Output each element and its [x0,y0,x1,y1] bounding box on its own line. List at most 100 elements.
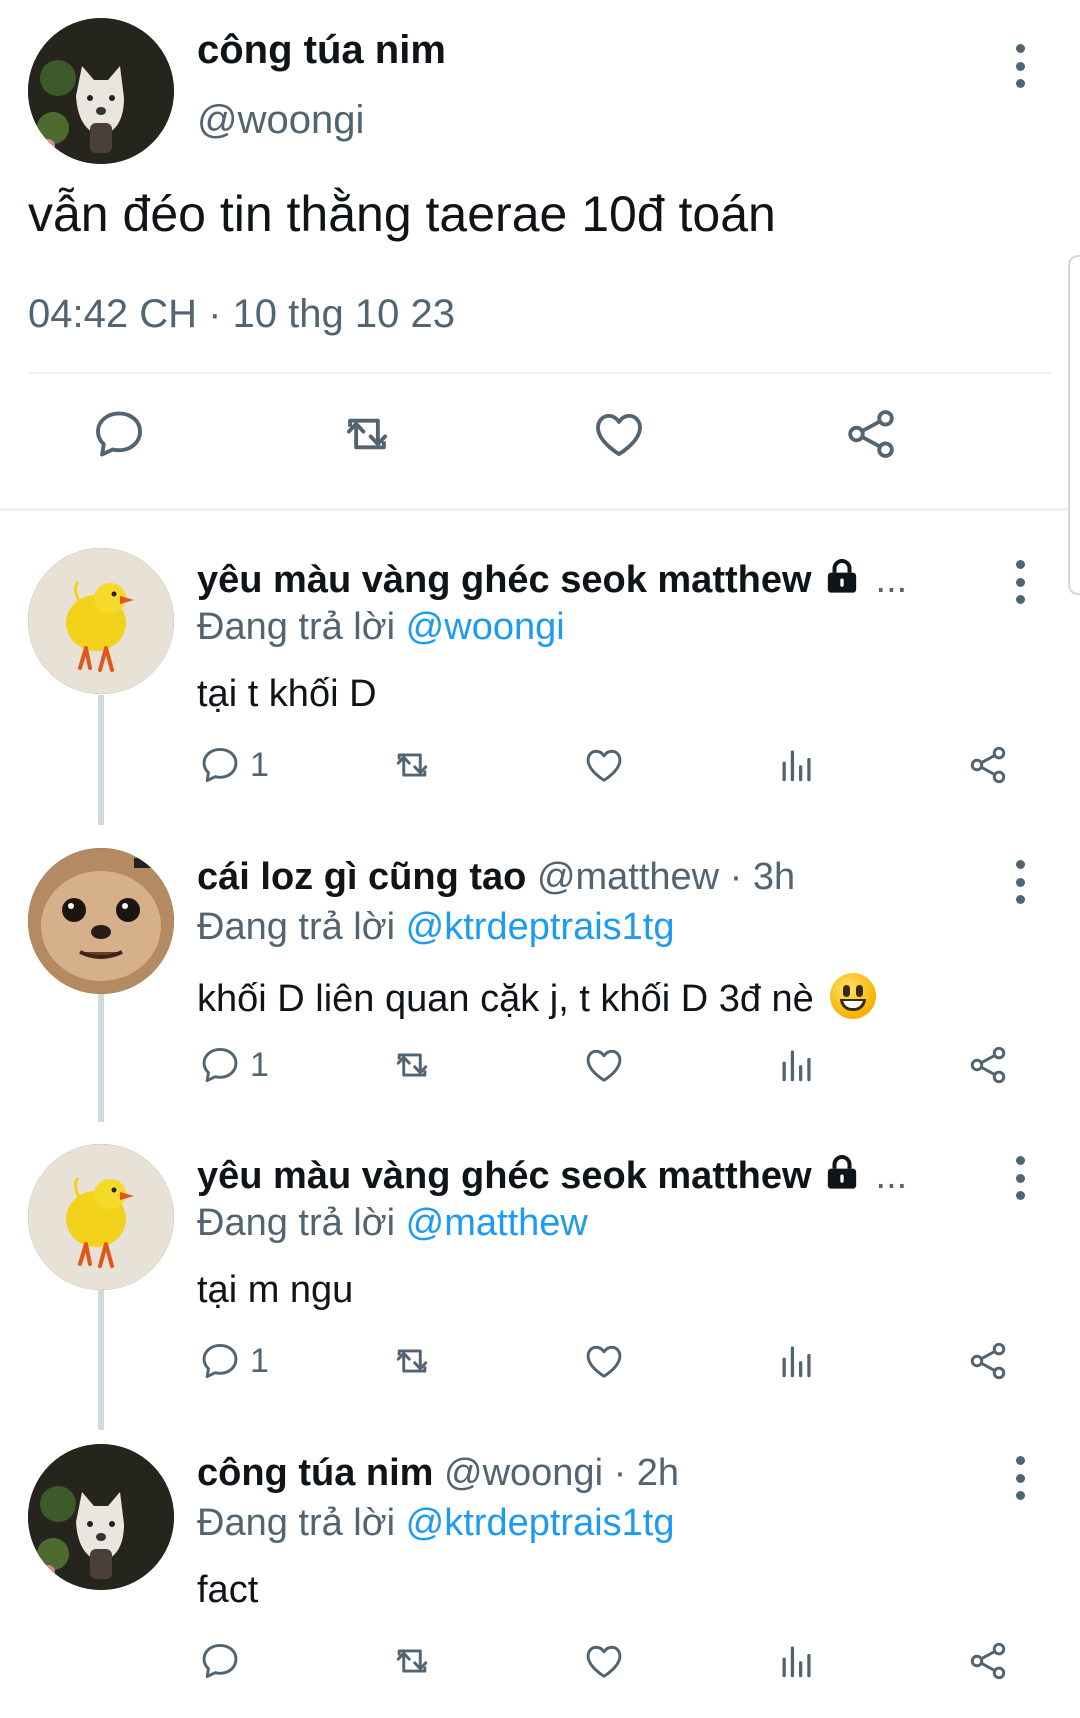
more-vertical-icon[interactable] [1010,1456,1030,1500]
retweet-icon [390,1339,434,1383]
chick-avatar-icon [28,548,174,694]
replying-mention[interactable]: @ktrdeptrais1tg [406,1502,675,1544]
tweet-timestamp[interactable]: 04:42 CH · 10 thg 10 23 [28,292,455,337]
like-button[interactable] [582,1336,626,1386]
chihuahua-avatar-icon [28,848,174,994]
author-name[interactable]: yêu màu vàng ghéc seok matthew [197,1155,812,1197]
reply-icon [198,743,242,787]
replying-label: Đang trả lời [197,906,396,948]
more-vertical-icon[interactable] [1010,1156,1030,1200]
like-icon [582,1043,626,1087]
avatar[interactable] [28,548,174,694]
reply-icon [90,405,148,463]
chick-avatar-icon [28,1144,174,1290]
retweet-button[interactable] [338,405,398,465]
views-button[interactable] [775,1336,819,1386]
retweet-icon [390,743,434,787]
share-button[interactable] [966,1040,1010,1090]
avatar[interactable] [28,1144,174,1290]
like-icon [582,1639,626,1683]
views-button[interactable] [775,1040,819,1090]
like-button[interactable] [582,1636,626,1686]
share-button[interactable] [842,405,902,465]
truncation-ellipsis: ... [875,1155,908,1197]
views-button[interactable] [775,740,819,790]
reply-header: công túa nim @woongi · 2h [197,1452,977,1495]
reply-icon [198,1339,242,1383]
replying-mention[interactable]: @matthew [406,1202,588,1244]
avatar[interactable] [28,848,174,994]
tweet-detail-page: công túa nim @woongi vẫn đéo tin thằng t… [0,0,1080,1718]
reply-button[interactable]: 1 [198,1040,269,1090]
views-button[interactable] [775,1636,819,1686]
retweet-button[interactable] [390,1636,434,1686]
share-button[interactable] [966,1636,1010,1686]
retweet-button[interactable] [390,1040,434,1090]
author-name[interactable]: công túa nim [197,1452,433,1494]
author-handle-time[interactable]: @matthew · 3h [537,856,795,898]
like-button[interactable] [590,405,650,465]
reply-icon [198,1043,242,1087]
like-button[interactable] [582,740,626,790]
reply-button[interactable]: 1 [198,740,269,790]
reply-tweet[interactable]: công túa nim @woongi · 2h Đang trả lời @… [0,1444,1080,1718]
avatar[interactable] [28,1444,174,1590]
dog-avatar-icon [28,1444,174,1590]
more-vertical-icon[interactable] [1010,44,1030,88]
replying-to: Đang trả lời @matthew [197,1202,588,1245]
main-tweet-header: công túa nim @woongi [0,0,1080,180]
reply-count: 1 [250,1045,269,1084]
reply-button[interactable] [90,405,150,465]
reply-actions: 1 [0,1336,1080,1386]
views-icon [775,1043,819,1087]
like-button[interactable] [582,1040,626,1090]
reply-header: yêu màu vàng ghéc seok matthew... [197,556,977,602]
reply-actions: 1 [0,1040,1080,1090]
retweet-icon [338,405,396,463]
reply-header: cái loz gì cũng tao @matthew · 3h [197,856,977,899]
replying-to: Đang trả lời @ktrdeptrais1tg [197,906,674,949]
reply-text: tại m ngu [197,1269,354,1311]
dog-avatar-icon [28,18,174,164]
share-icon [966,1639,1010,1683]
more-vertical-icon[interactable] [1010,560,1030,604]
share-button[interactable] [966,1336,1010,1386]
share-icon [966,1339,1010,1383]
reply-header: yêu màu vàng ghéc seok matthew... [197,1152,977,1198]
lock-icon [822,556,862,596]
reply-tweet[interactable]: cái loz gì cũng tao @matthew · 3h Đang t… [0,848,1080,1108]
like-icon [582,1339,626,1383]
author-handle[interactable]: @woongi [197,98,364,143]
reply-tweet[interactable]: yêu màu vàng ghéc seok matthew... Đang t… [0,548,1080,808]
reply-text: tại t khối D [197,673,377,715]
author-name[interactable]: công túa nim [197,28,446,73]
retweet-button[interactable] [390,1336,434,1386]
reply-count: 1 [250,1341,269,1380]
replying-mention[interactable]: @woongi [406,606,565,648]
like-icon [590,405,648,463]
tweet-text: vẫn đéo tin thằng taerae 10đ toán [28,186,776,242]
share-button[interactable] [966,740,1010,790]
author-name[interactable]: yêu màu vàng ghéc seok matthew [197,559,812,601]
more-vertical-icon[interactable] [1010,860,1030,904]
scrollbar[interactable] [1068,255,1080,595]
reply-actions [0,1636,1080,1686]
divider [28,372,1052,374]
lock-icon [822,1152,862,1192]
retweet-icon [390,1043,434,1087]
reply-tweet[interactable]: yêu màu vàng ghéc seok matthew... Đang t… [0,1144,1080,1404]
share-icon [966,1043,1010,1087]
like-icon [582,743,626,787]
truncation-ellipsis: ... [875,559,908,601]
reply-text: khối D liên quan cặk j, t khối D 3đ nè [197,978,814,1020]
author-name[interactable]: cái loz gì cũng tao [197,856,526,898]
author-handle-time[interactable]: @woongi · 2h [444,1452,679,1494]
reply-actions: 1 [0,740,1080,790]
replying-mention[interactable]: @ktrdeptrais1tg [406,906,675,948]
reply-button[interactable] [198,1636,250,1686]
avatar[interactable] [28,18,174,164]
reply-button[interactable]: 1 [198,1336,269,1386]
views-icon [775,743,819,787]
share-icon [966,743,1010,787]
retweet-button[interactable] [390,740,434,790]
